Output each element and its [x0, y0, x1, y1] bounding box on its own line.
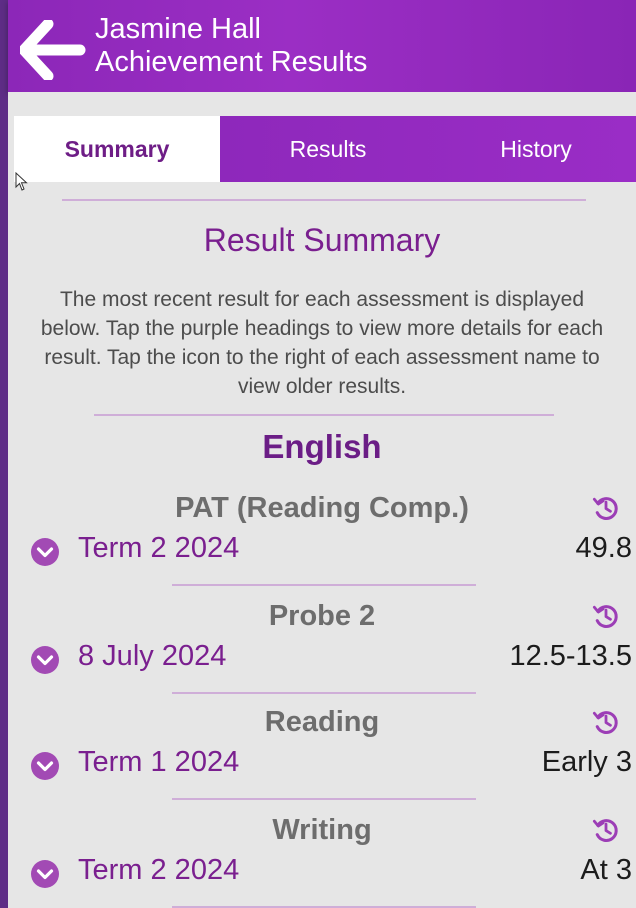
divider	[62, 199, 586, 201]
assessment-name[interactable]: PAT (Reading Comp.)	[8, 492, 636, 525]
tab-summary[interactable]: Summary	[14, 116, 220, 182]
divider	[172, 692, 476, 694]
assessment-item: Probe 2 8 July 2024 12.5-13.5	[8, 600, 636, 708]
result-value: 49.8	[575, 532, 632, 564]
chevron-down-circle-icon[interactable]	[30, 537, 60, 567]
assessment-name[interactable]: Probe 2	[8, 600, 636, 633]
assessment-name[interactable]: Reading	[8, 706, 636, 739]
page-title: Achievement Results	[95, 46, 368, 78]
assessment-item: Writing Term 2 2024 At 3	[8, 814, 636, 908]
result-value: 12.5-13.5	[509, 640, 632, 672]
chevron-down-circle-icon[interactable]	[30, 859, 60, 889]
main-content: Summary Results History Result Summary T…	[8, 92, 636, 908]
result-date-link[interactable]: Term 2 2024	[78, 532, 239, 565]
app-screen: Jasmine Hall Achievement Results Summary…	[0, 0, 636, 908]
back-button[interactable]	[20, 20, 86, 80]
divider	[94, 414, 554, 416]
result-summary-title: Result Summary	[203, 222, 441, 258]
tab-history[interactable]: History	[436, 116, 636, 182]
history-icon[interactable]	[592, 816, 620, 844]
assessment-item: Reading Term 1 2024 Early 3	[8, 706, 636, 814]
section-title-english[interactable]: English	[8, 428, 636, 466]
chevron-down-circle-icon[interactable]	[30, 751, 60, 781]
result-value: Early 3	[541, 746, 632, 778]
result-date-link[interactable]: 8 July 2024	[78, 640, 226, 673]
app-header: Jasmine Hall Achievement Results	[8, 0, 636, 92]
chevron-down-circle-icon[interactable]	[30, 645, 60, 675]
student-name: Jasmine Hall	[95, 13, 261, 45]
result-date-link[interactable]: Term 2 2024	[78, 854, 239, 887]
history-icon[interactable]	[592, 494, 620, 522]
assessment-name[interactable]: Writing	[8, 814, 636, 847]
result-date-link[interactable]: Term 1 2024	[78, 746, 239, 779]
divider	[172, 584, 476, 586]
divider	[172, 798, 476, 800]
tab-results[interactable]: Results	[220, 116, 436, 182]
history-icon[interactable]	[592, 602, 620, 630]
arrow-left-icon	[20, 20, 86, 80]
result-summary-description: The most recent result for each assessme…	[40, 288, 604, 398]
history-icon[interactable]	[592, 708, 620, 736]
mouse-cursor-icon	[15, 172, 28, 191]
assessment-item: PAT (Reading Comp.) Term 2 2024 49.8	[8, 492, 636, 600]
tab-bar: Summary Results History	[14, 116, 636, 182]
result-value: At 3	[580, 854, 632, 886]
